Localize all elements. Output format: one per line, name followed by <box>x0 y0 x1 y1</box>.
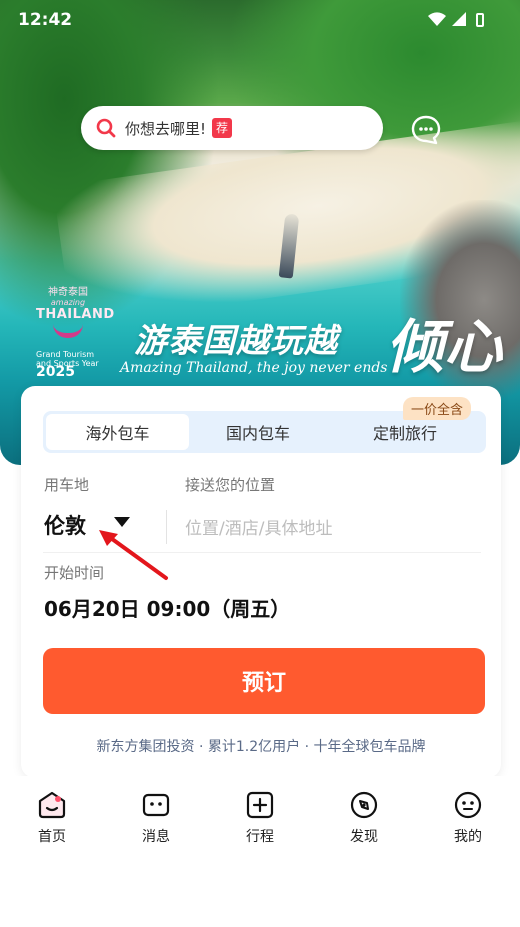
booking-card: 海外包车 国内包车 定制旅行 一价全含 用车地 接送您的位置 伦敦 位置/酒店/… <box>21 386 501 778</box>
search-bar[interactable]: 你想去哪里! 荐 <box>81 106 383 150</box>
nav-discover-label: 发现 <box>350 829 378 845</box>
gt-year: 2025 <box>36 364 75 380</box>
search-icon <box>96 118 116 138</box>
start-time-label: 开始时间 <box>44 564 105 582</box>
message-icon <box>142 793 170 817</box>
brand-slogan: 新东方集团投资 · 累计1.2亿用户 · 十年全球包车品牌 <box>96 739 426 755</box>
start-time-value[interactable]: 06月20日 09:00（周五） <box>44 593 290 622</box>
search-placeholder: 你想去哪里! <box>125 119 207 138</box>
logo-smile <box>53 324 83 338</box>
book-button[interactable]: 预订 <box>43 648 485 714</box>
logo-amazing: amazing <box>50 298 86 307</box>
nav-itinerary-label: 行程 <box>246 829 274 845</box>
app-screen: 神奇泰国 amazing THAILAND Grand Tourism and … <box>0 0 520 927</box>
pickup-city-value[interactable]: 伦敦 <box>44 510 86 540</box>
gt-line1: Grand Tourism <box>36 350 95 359</box>
nav-home-label: 首页 <box>38 829 66 845</box>
nav-discover[interactable]: 发现 <box>329 776 399 846</box>
itinerary-icon <box>246 791 274 819</box>
logo-thailand: THAILAND <box>36 307 115 322</box>
wifi-icon <box>428 12 446 26</box>
location-input[interactable]: 位置/酒店/具体地址 <box>185 514 332 539</box>
nav-profile[interactable]: 我的 <box>433 776 503 846</box>
nav-itinerary[interactable]: 行程 <box>225 776 295 846</box>
pickup-city-label: 用车地 <box>44 476 90 494</box>
annotation-arrow-icon <box>99 530 168 580</box>
signal-icon <box>452 12 466 26</box>
profile-icon <box>454 791 482 819</box>
home-icon <box>38 791 66 819</box>
nav-messages[interactable]: 消息 <box>121 776 191 846</box>
nav-home[interactable]: 首页 <box>17 776 87 846</box>
nav-profile-label: 我的 <box>454 829 482 845</box>
location-label: 接送您的位置 <box>185 476 276 494</box>
tab-overseas-charter[interactable]: 海外包车 <box>46 414 189 450</box>
hero-slogan-en: Amazing Thailand, the joy never ends <box>120 360 388 376</box>
hero-slogan-big: 倾心 <box>386 313 503 381</box>
battery-icon <box>476 13 484 27</box>
bottom-safe-area <box>0 856 520 927</box>
grand-tourism-mark: Grand Tourism and Sports Year 2025 <box>36 350 116 380</box>
discover-icon <box>350 791 378 819</box>
status-bar: 12:42 <box>0 0 520 38</box>
all-inclusive-badge: 一价全含 <box>403 397 472 420</box>
nav-messages-label: 消息 <box>142 829 170 845</box>
bottom-nav: 首页 消息 行程 发现 我的 <box>0 776 520 856</box>
customer-service-icon[interactable] <box>410 114 442 146</box>
hero-slogan: 游泰国越玩越 <box>134 321 338 360</box>
tab-domestic-charter[interactable]: 国内包车 <box>189 414 327 450</box>
logo-cn: 神奇泰国 <box>48 287 88 298</box>
thailand-logo: 神奇泰国 amazing THAILAND <box>36 283 115 338</box>
recommend-tag: 荐 <box>212 118 233 138</box>
status-time: 12:42 <box>18 10 73 30</box>
